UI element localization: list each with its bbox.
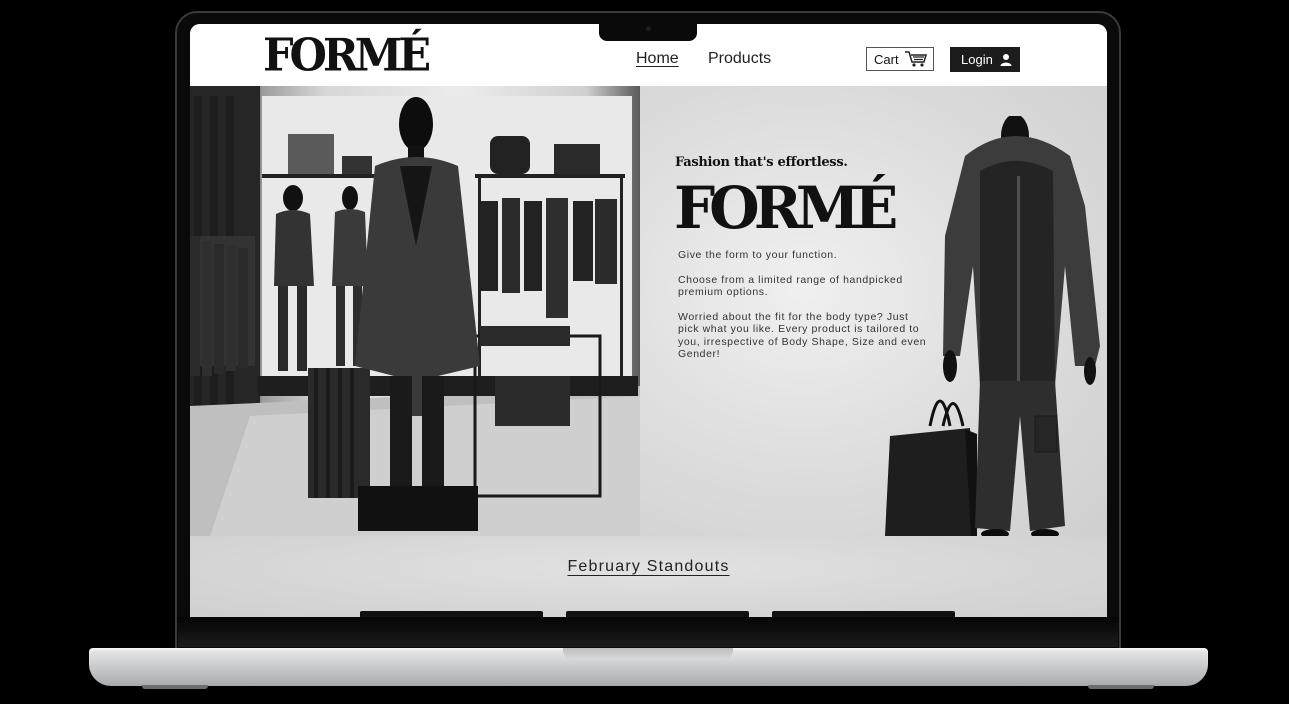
cart-icon (905, 51, 927, 67)
hero-panel: Fashion that's effortless. FORMÉ Give th… (640, 86, 1107, 536)
standouts-title[interactable]: February Standouts (190, 558, 1107, 576)
site-logo[interactable]: FORMÉ (263, 30, 431, 83)
user-icon (1000, 54, 1012, 66)
standouts-section: February Standouts (190, 536, 1107, 617)
laptop-foot (142, 685, 208, 689)
browser-viewport: FORMÉ Home Products Cart Login Fashion t… (190, 24, 1107, 617)
nav-products[interactable]: Products (708, 50, 771, 68)
cart-label: Cart (874, 51, 899, 67)
hero-tagline: Fashion that's effortless. (675, 155, 848, 170)
showroom-photo (190, 86, 640, 536)
nav-home[interactable]: Home (636, 50, 679, 68)
camera-icon (646, 26, 651, 31)
showroom-illustration (190, 86, 640, 536)
cart-button[interactable]: Cart (866, 47, 934, 71)
hoodie-model-photo (885, 116, 1100, 536)
login-label: Login (961, 52, 993, 67)
hero-logo: FORMÉ (674, 174, 898, 242)
login-button[interactable]: Login (950, 47, 1020, 72)
laptop-bezel (178, 617, 1118, 647)
laptop-opening-groove (563, 648, 733, 660)
laptop-foot (1088, 685, 1154, 689)
